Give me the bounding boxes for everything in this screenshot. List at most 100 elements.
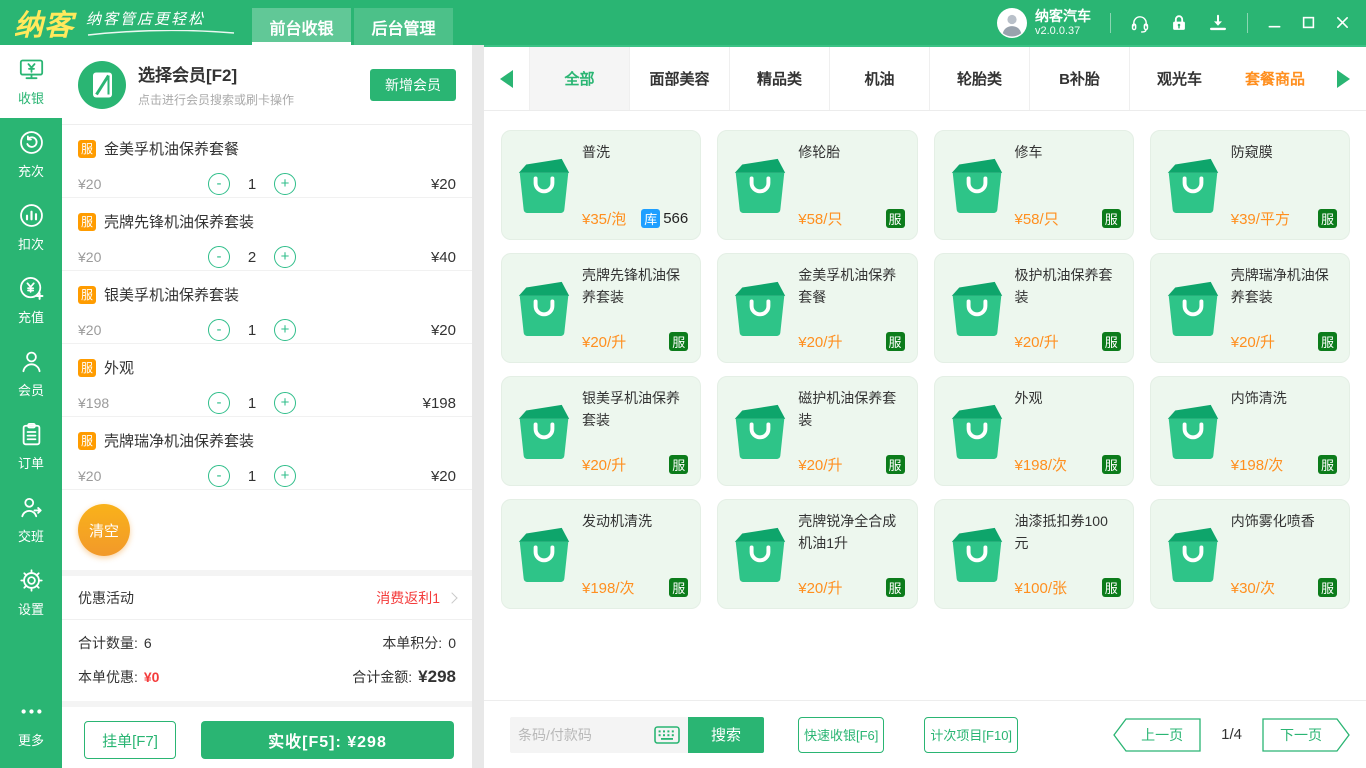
product-card[interactable]: 壳牌锐净全合成机油1升 ¥20/升 库 服 bbox=[717, 499, 918, 609]
category-tab[interactable]: B补胎 bbox=[1029, 47, 1129, 110]
download-icon[interactable] bbox=[1208, 13, 1228, 33]
cart-item-total: ¥20 bbox=[430, 467, 456, 485]
increase-qty-button[interactable]: + bbox=[274, 246, 296, 268]
cart-item[interactable]: 服 壳牌瑞净机油保养套装 ¥20 - 1 + ¥20 bbox=[62, 417, 472, 490]
discount-value: ¥0 bbox=[143, 669, 160, 685]
product-bottom-row: ¥58/只 库 服 bbox=[798, 208, 905, 229]
keyboard-icon[interactable] bbox=[654, 725, 680, 744]
decrease-qty-button[interactable]: - bbox=[208, 392, 230, 414]
cart-item-name: 壳牌瑞净机油保养套装 bbox=[104, 433, 255, 450]
category-scroll-right-button[interactable] bbox=[1321, 47, 1366, 110]
product-card[interactable]: 极护机油保养套装 ¥20/升 库 服 bbox=[933, 253, 1134, 363]
sidebar-item-more[interactable]: 更多 bbox=[0, 687, 62, 760]
sidebar-item-orders[interactable]: 订单 bbox=[0, 410, 62, 483]
points-label: 本单积分: bbox=[382, 635, 443, 651]
increase-qty-button[interactable]: + bbox=[274, 319, 296, 341]
maximize-button[interactable] bbox=[1301, 15, 1316, 30]
counting-items-button[interactable]: 计次项目[F10] bbox=[924, 716, 1019, 753]
product-price: ¥198/次 bbox=[582, 580, 635, 597]
decrease-qty-button[interactable]: - bbox=[208, 465, 230, 487]
product-name: 银美孚机油保养套装 bbox=[582, 390, 680, 428]
category-tab[interactable]: 套餐商品 bbox=[1229, 47, 1321, 110]
product-card[interactable]: 防窥膜 ¥39/平方 库 服 bbox=[1149, 130, 1350, 240]
clear-cart-button[interactable]: 清空 bbox=[78, 504, 130, 556]
sidebar-item-cashier[interactable]: 收银 bbox=[0, 45, 62, 118]
deduct-times-icon bbox=[19, 204, 43, 227]
next-page-button[interactable]: 下一页 bbox=[1262, 717, 1350, 752]
sidebar-item-shift[interactable]: 交班 bbox=[0, 483, 62, 556]
product-bottom-row: ¥20/升 库 服 bbox=[582, 331, 689, 352]
sidebar-item-settings[interactable]: 设置 bbox=[0, 556, 62, 629]
support-headset-icon[interactable] bbox=[1130, 13, 1150, 33]
product-info: 普洗 ¥35/泡 库 566 服 bbox=[582, 141, 688, 229]
member-icon bbox=[22, 351, 40, 373]
product-name: 内饰清洗 bbox=[1230, 390, 1287, 406]
product-card[interactable]: 修轮胎 ¥58/只 库 服 bbox=[717, 130, 918, 240]
product-card[interactable]: 壳牌先锋机油保养套装 ¥20/升 库 服 bbox=[501, 253, 702, 363]
cart-item-list: 服 金美孚机油保养套餐 ¥20 - 1 + ¥20 服 壳牌先锋机油保养套装 ¥… bbox=[62, 125, 472, 490]
sidebar-item-recharge[interactable]: 充值 bbox=[0, 264, 62, 337]
close-button[interactable] bbox=[1335, 15, 1350, 30]
decrease-qty-button[interactable]: - bbox=[208, 319, 230, 341]
category-tab[interactable]: 机油 bbox=[829, 47, 929, 110]
checkout-button[interactable]: 实收[F5]: ¥298 bbox=[201, 721, 454, 759]
product-card[interactable]: 内饰雾化喷香 ¥30/次 库 服 bbox=[1149, 499, 1350, 609]
product-card[interactable]: 修车 ¥58/只 库 服 bbox=[933, 130, 1134, 240]
search-button[interactable]: 搜索 bbox=[688, 716, 764, 753]
product-card[interactable]: 金美孚机油保养套餐 ¥20/升 库 服 bbox=[717, 253, 918, 363]
product-price: ¥198/次 bbox=[1014, 457, 1068, 474]
hold-order-button[interactable]: 挂单[F7] bbox=[84, 721, 176, 759]
sidebar-item-deduct-times[interactable]: 扣次 bbox=[0, 191, 62, 264]
product-card[interactable]: 磁护机油保养套装 ¥20/升 库 服 bbox=[717, 376, 918, 486]
product-bottom-row: ¥35/泡 库 566 服 bbox=[582, 208, 688, 229]
cart-item-qty: 1 bbox=[247, 175, 257, 193]
category-tab[interactable]: 观光车 bbox=[1129, 47, 1229, 110]
decrease-qty-button[interactable]: - bbox=[208, 173, 230, 195]
cart-item-total: ¥20 bbox=[430, 175, 456, 193]
barcode-input[interactable] bbox=[518, 726, 654, 743]
product-card[interactable]: 油漆抵扣券100元 ¥100/张 库 服 bbox=[933, 499, 1134, 609]
tab-front-cashier[interactable]: 前台收银 bbox=[252, 8, 352, 45]
cart-item-controls: ¥20 - 2 + ¥40 bbox=[78, 246, 456, 268]
product-card[interactable]: 内饰清洗 ¥198/次 库 服 bbox=[1149, 376, 1350, 486]
minimize-button[interactable] bbox=[1267, 15, 1282, 30]
quick-cashier-button[interactable]: 快速收银[F6] bbox=[798, 716, 885, 753]
category-tab[interactable]: 面部美容 bbox=[629, 47, 729, 110]
product-card[interactable]: 壳牌瑞净机油保养套装 ¥20/升 库 服 bbox=[1149, 253, 1350, 363]
tab-backend-admin[interactable]: 后台管理 bbox=[354, 8, 454, 45]
increase-qty-button[interactable]: + bbox=[274, 465, 296, 487]
cart-item[interactable]: 服 壳牌先锋机油保养套装 ¥20 - 2 + ¥40 bbox=[62, 198, 472, 271]
category-scroll-left-button[interactable] bbox=[484, 47, 529, 110]
cart-item[interactable]: 服 银美孚机油保养套装 ¥20 - 1 + ¥20 bbox=[62, 271, 472, 344]
product-bottom-row: ¥30/次 库 服 bbox=[1231, 577, 1337, 598]
user-info[interactable]: 纳客汽车 v2.0.0.37 bbox=[997, 7, 1091, 38]
product-card[interactable]: 普洗 ¥35/泡 库 566 服 bbox=[501, 130, 702, 240]
category-tab[interactable]: 轮胎类 bbox=[929, 47, 1029, 110]
increase-qty-button[interactable]: + bbox=[274, 173, 296, 195]
category-tab[interactable]: 精品类 bbox=[729, 47, 829, 110]
prev-page-button[interactable]: 上一页 bbox=[1113, 717, 1201, 752]
lock-icon[interactable] bbox=[1169, 13, 1189, 33]
product-card[interactable]: 银美孚机油保养套装 ¥20/升 库 服 bbox=[501, 376, 702, 486]
product-card[interactable]: 外观 ¥198/次 库 服 bbox=[933, 376, 1134, 486]
shopping-bag-icon bbox=[951, 158, 1002, 213]
product-name: 外观 bbox=[1014, 390, 1043, 406]
cart-item-price: ¥20 bbox=[78, 176, 102, 192]
promo-row[interactable]: 优惠活动 消费返利1 bbox=[62, 576, 472, 620]
shopping-bag-icon bbox=[951, 281, 1002, 336]
category-tab[interactable]: 全部 bbox=[529, 47, 629, 110]
sidebar-item-member[interactable]: 会员 bbox=[0, 337, 62, 410]
decrease-qty-button[interactable]: - bbox=[208, 246, 230, 268]
service-badge: 服 bbox=[78, 285, 96, 304]
member-select[interactable]: 选择会员[F2] 点击进行会员搜索或刷卡操作 新增会员 bbox=[62, 45, 472, 125]
product-card[interactable]: 发动机清洗 ¥198/次 库 服 bbox=[501, 499, 702, 609]
shopping-bag-icon bbox=[518, 404, 570, 459]
product-bottom-row: ¥100/张 库 服 bbox=[1015, 577, 1121, 598]
add-member-button[interactable]: 新增会员 bbox=[370, 68, 456, 101]
cart-item[interactable]: 服 金美孚机油保养套餐 ¥20 - 1 + ¥20 bbox=[62, 125, 472, 198]
sidebar-item-recharge-times[interactable]: 充次 bbox=[0, 118, 62, 191]
service-badge: 服 bbox=[1318, 209, 1337, 228]
cart-item[interactable]: 服 外观 ¥198 - 1 + ¥198 bbox=[62, 344, 472, 417]
increase-qty-button[interactable]: + bbox=[274, 392, 296, 414]
service-badge: 服 bbox=[1101, 332, 1121, 351]
